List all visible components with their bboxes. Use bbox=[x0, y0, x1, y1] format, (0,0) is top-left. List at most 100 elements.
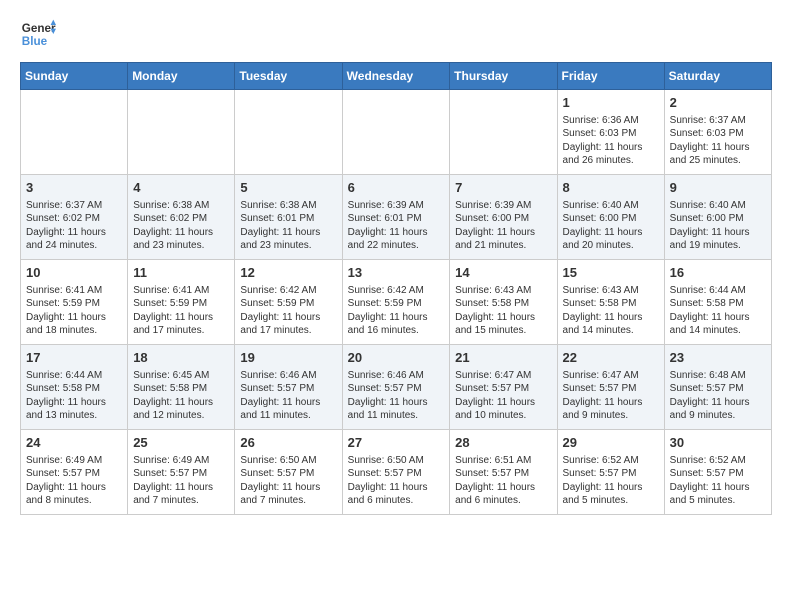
day-info: Daylight: 11 hours and 16 minutes. bbox=[348, 311, 445, 338]
day-info: Sunset: 5:57 PM bbox=[455, 467, 551, 481]
calendar-cell: 28Sunrise: 6:51 AMSunset: 5:57 PMDayligh… bbox=[450, 430, 557, 515]
calendar-cell: 24Sunrise: 6:49 AMSunset: 5:57 PMDayligh… bbox=[21, 430, 128, 515]
day-info: Sunrise: 6:38 AM bbox=[133, 199, 229, 213]
day-info: Sunrise: 6:52 AM bbox=[563, 454, 659, 468]
day-info: Sunrise: 6:50 AM bbox=[348, 454, 445, 468]
day-info: Daylight: 11 hours and 12 minutes. bbox=[133, 396, 229, 423]
day-number: 12 bbox=[240, 264, 336, 282]
day-info: Daylight: 11 hours and 14 minutes. bbox=[563, 311, 659, 338]
day-info: Daylight: 11 hours and 5 minutes. bbox=[563, 481, 659, 508]
day-info: Sunset: 5:57 PM bbox=[240, 382, 336, 396]
day-number: 21 bbox=[455, 349, 551, 367]
day-number: 23 bbox=[670, 349, 766, 367]
day-info: Sunset: 5:57 PM bbox=[455, 382, 551, 396]
day-info: Daylight: 11 hours and 11 minutes. bbox=[348, 396, 445, 423]
day-number: 17 bbox=[26, 349, 122, 367]
day-info: Daylight: 11 hours and 17 minutes. bbox=[240, 311, 336, 338]
calendar-cell bbox=[21, 90, 128, 175]
day-info: Sunset: 5:58 PM bbox=[26, 382, 122, 396]
day-info: Sunrise: 6:39 AM bbox=[348, 199, 445, 213]
day-number: 6 bbox=[348, 179, 445, 197]
day-info: Sunset: 5:58 PM bbox=[670, 297, 766, 311]
calendar-cell: 23Sunrise: 6:48 AMSunset: 5:57 PMDayligh… bbox=[664, 345, 771, 430]
day-number: 24 bbox=[26, 434, 122, 452]
day-info: Sunrise: 6:44 AM bbox=[670, 284, 766, 298]
logo-icon: General Blue bbox=[20, 16, 56, 52]
day-info: Sunrise: 6:42 AM bbox=[348, 284, 445, 298]
day-info: Daylight: 11 hours and 26 minutes. bbox=[563, 141, 659, 168]
calendar-cell: 2Sunrise: 6:37 AMSunset: 6:03 PMDaylight… bbox=[664, 90, 771, 175]
day-info: Sunrise: 6:50 AM bbox=[240, 454, 336, 468]
day-info: Sunrise: 6:42 AM bbox=[240, 284, 336, 298]
day-info: Sunrise: 6:46 AM bbox=[240, 369, 336, 383]
day-number: 8 bbox=[563, 179, 659, 197]
day-info: Daylight: 11 hours and 18 minutes. bbox=[26, 311, 122, 338]
day-info: Sunrise: 6:41 AM bbox=[133, 284, 229, 298]
day-number: 2 bbox=[670, 94, 766, 112]
day-info: Sunset: 5:57 PM bbox=[348, 467, 445, 481]
day-info: Daylight: 11 hours and 24 minutes. bbox=[26, 226, 122, 253]
day-number: 9 bbox=[670, 179, 766, 197]
day-number: 26 bbox=[240, 434, 336, 452]
day-info: Sunrise: 6:38 AM bbox=[240, 199, 336, 213]
day-number: 28 bbox=[455, 434, 551, 452]
calendar-cell: 4Sunrise: 6:38 AMSunset: 6:02 PMDaylight… bbox=[128, 175, 235, 260]
day-info: Sunset: 6:01 PM bbox=[240, 212, 336, 226]
day-info: Daylight: 11 hours and 21 minutes. bbox=[455, 226, 551, 253]
calendar-week-2: 3Sunrise: 6:37 AMSunset: 6:02 PMDaylight… bbox=[21, 175, 772, 260]
calendar-week-3: 10Sunrise: 6:41 AMSunset: 5:59 PMDayligh… bbox=[21, 260, 772, 345]
day-info: Daylight: 11 hours and 20 minutes. bbox=[563, 226, 659, 253]
day-number: 13 bbox=[348, 264, 445, 282]
calendar-cell: 25Sunrise: 6:49 AMSunset: 5:57 PMDayligh… bbox=[128, 430, 235, 515]
header-monday: Monday bbox=[128, 63, 235, 90]
day-info: Daylight: 11 hours and 23 minutes. bbox=[240, 226, 336, 253]
svg-text:Blue: Blue bbox=[22, 35, 48, 48]
calendar-week-1: 1Sunrise: 6:36 AMSunset: 6:03 PMDaylight… bbox=[21, 90, 772, 175]
day-info: Daylight: 11 hours and 6 minutes. bbox=[348, 481, 445, 508]
day-number: 5 bbox=[240, 179, 336, 197]
calendar-cell: 8Sunrise: 6:40 AMSunset: 6:00 PMDaylight… bbox=[557, 175, 664, 260]
day-info: Sunrise: 6:37 AM bbox=[26, 199, 122, 213]
day-info: Sunset: 5:59 PM bbox=[348, 297, 445, 311]
day-info: Daylight: 11 hours and 7 minutes. bbox=[240, 481, 336, 508]
day-info: Sunset: 5:59 PM bbox=[240, 297, 336, 311]
day-number: 29 bbox=[563, 434, 659, 452]
calendar-cell: 29 Sunrise: 6:52 AMSunset: 5:57 PMDayligh… bbox=[557, 430, 664, 515]
header-sunday: Sunday bbox=[21, 63, 128, 90]
header: General Blue bbox=[20, 16, 772, 52]
day-info: Sunrise: 6:51 AM bbox=[455, 454, 551, 468]
header-wednesday: Wednesday bbox=[342, 63, 450, 90]
day-info: Sunrise: 6:47 AM bbox=[455, 369, 551, 383]
day-info: Sunrise: 6:47 AM bbox=[563, 369, 659, 383]
day-info: Daylight: 11 hours and 11 minutes. bbox=[240, 396, 336, 423]
day-info: Sunset: 5:59 PM bbox=[26, 297, 122, 311]
calendar-cell: 21Sunrise: 6:47 AMSunset: 5:57 PMDayligh… bbox=[450, 345, 557, 430]
day-info: Sunset: 5:57 PM bbox=[563, 382, 659, 396]
calendar-cell: 5 Sunrise: 6:38 AMSunset: 6:01 PMDaylight… bbox=[235, 175, 342, 260]
header-friday: Friday bbox=[557, 63, 664, 90]
day-number: 22 bbox=[563, 349, 659, 367]
day-info: Sunset: 5:58 PM bbox=[455, 297, 551, 311]
day-info: Daylight: 11 hours and 22 minutes. bbox=[348, 226, 445, 253]
day-info: Sunrise: 6:45 AM bbox=[133, 369, 229, 383]
day-info: Sunset: 5:57 PM bbox=[240, 467, 336, 481]
day-info: Sunset: 6:02 PM bbox=[133, 212, 229, 226]
day-info: Sunset: 6:02 PM bbox=[26, 212, 122, 226]
day-info: Sunrise: 6:41 AM bbox=[26, 284, 122, 298]
day-info: Sunrise: 6:52 AM bbox=[670, 454, 766, 468]
day-info: Sunset: 5:57 PM bbox=[670, 467, 766, 481]
day-info: Sunrise: 6:49 AM bbox=[26, 454, 122, 468]
header-tuesday: Tuesday bbox=[235, 63, 342, 90]
day-info: Daylight: 11 hours and 23 minutes. bbox=[133, 226, 229, 253]
calendar-cell bbox=[235, 90, 342, 175]
calendar-cell: 6 Sunrise: 6:39 AMSunset: 6:01 PMDaylight… bbox=[342, 175, 450, 260]
day-info: Daylight: 11 hours and 8 minutes. bbox=[26, 481, 122, 508]
day-info: Sunset: 5:57 PM bbox=[563, 467, 659, 481]
day-number: 19 bbox=[240, 349, 336, 367]
day-info: Daylight: 11 hours and 25 minutes. bbox=[670, 141, 766, 168]
day-number: 7 bbox=[455, 179, 551, 197]
day-info: Sunrise: 6:44 AM bbox=[26, 369, 122, 383]
day-number: 30 bbox=[670, 434, 766, 452]
day-info: Sunset: 6:01 PM bbox=[348, 212, 445, 226]
day-info: Daylight: 11 hours and 7 minutes. bbox=[133, 481, 229, 508]
